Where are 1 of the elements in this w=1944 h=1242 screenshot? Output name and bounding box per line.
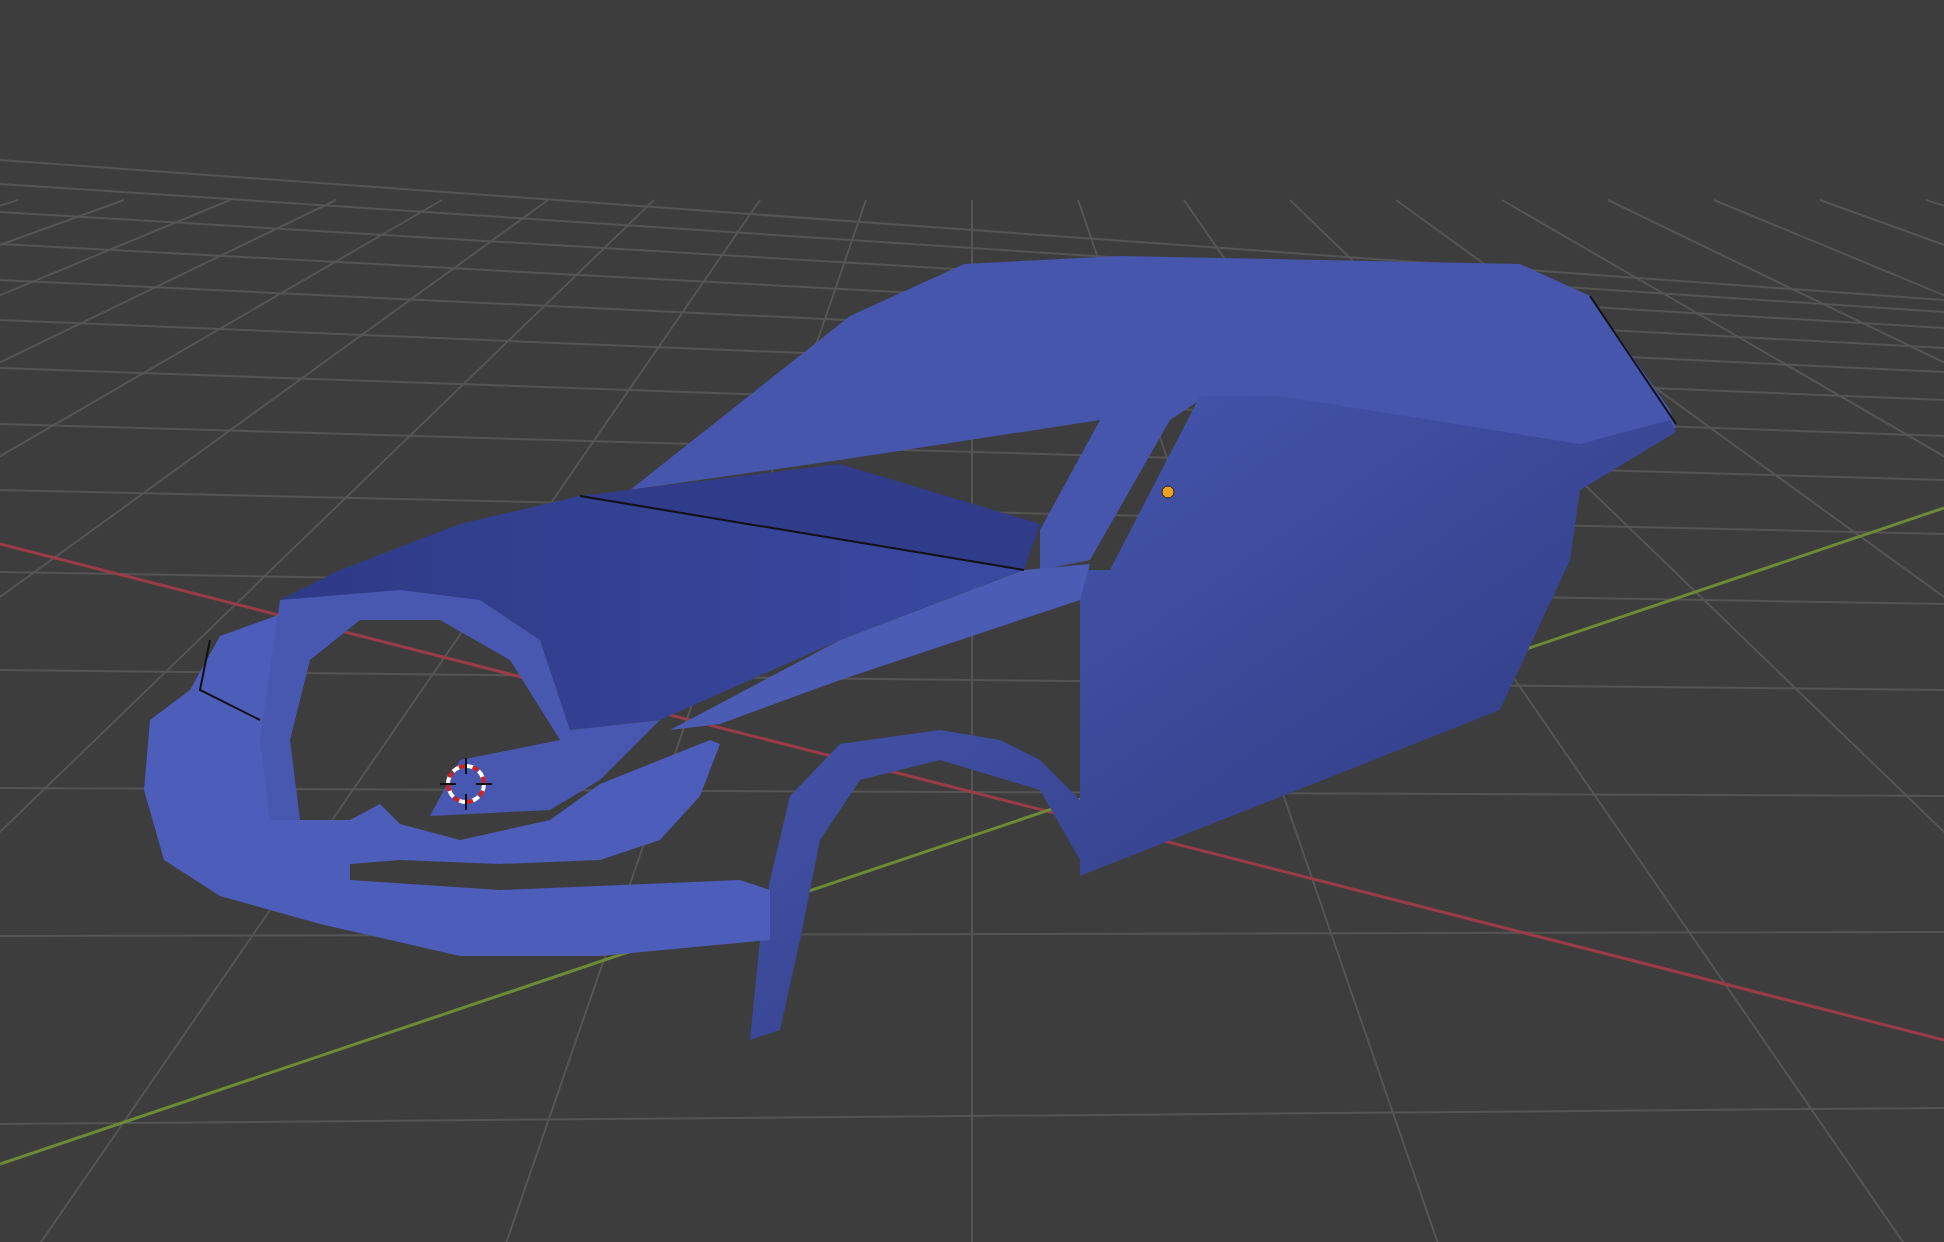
3d-cursor-icon[interactable] <box>439 757 493 811</box>
